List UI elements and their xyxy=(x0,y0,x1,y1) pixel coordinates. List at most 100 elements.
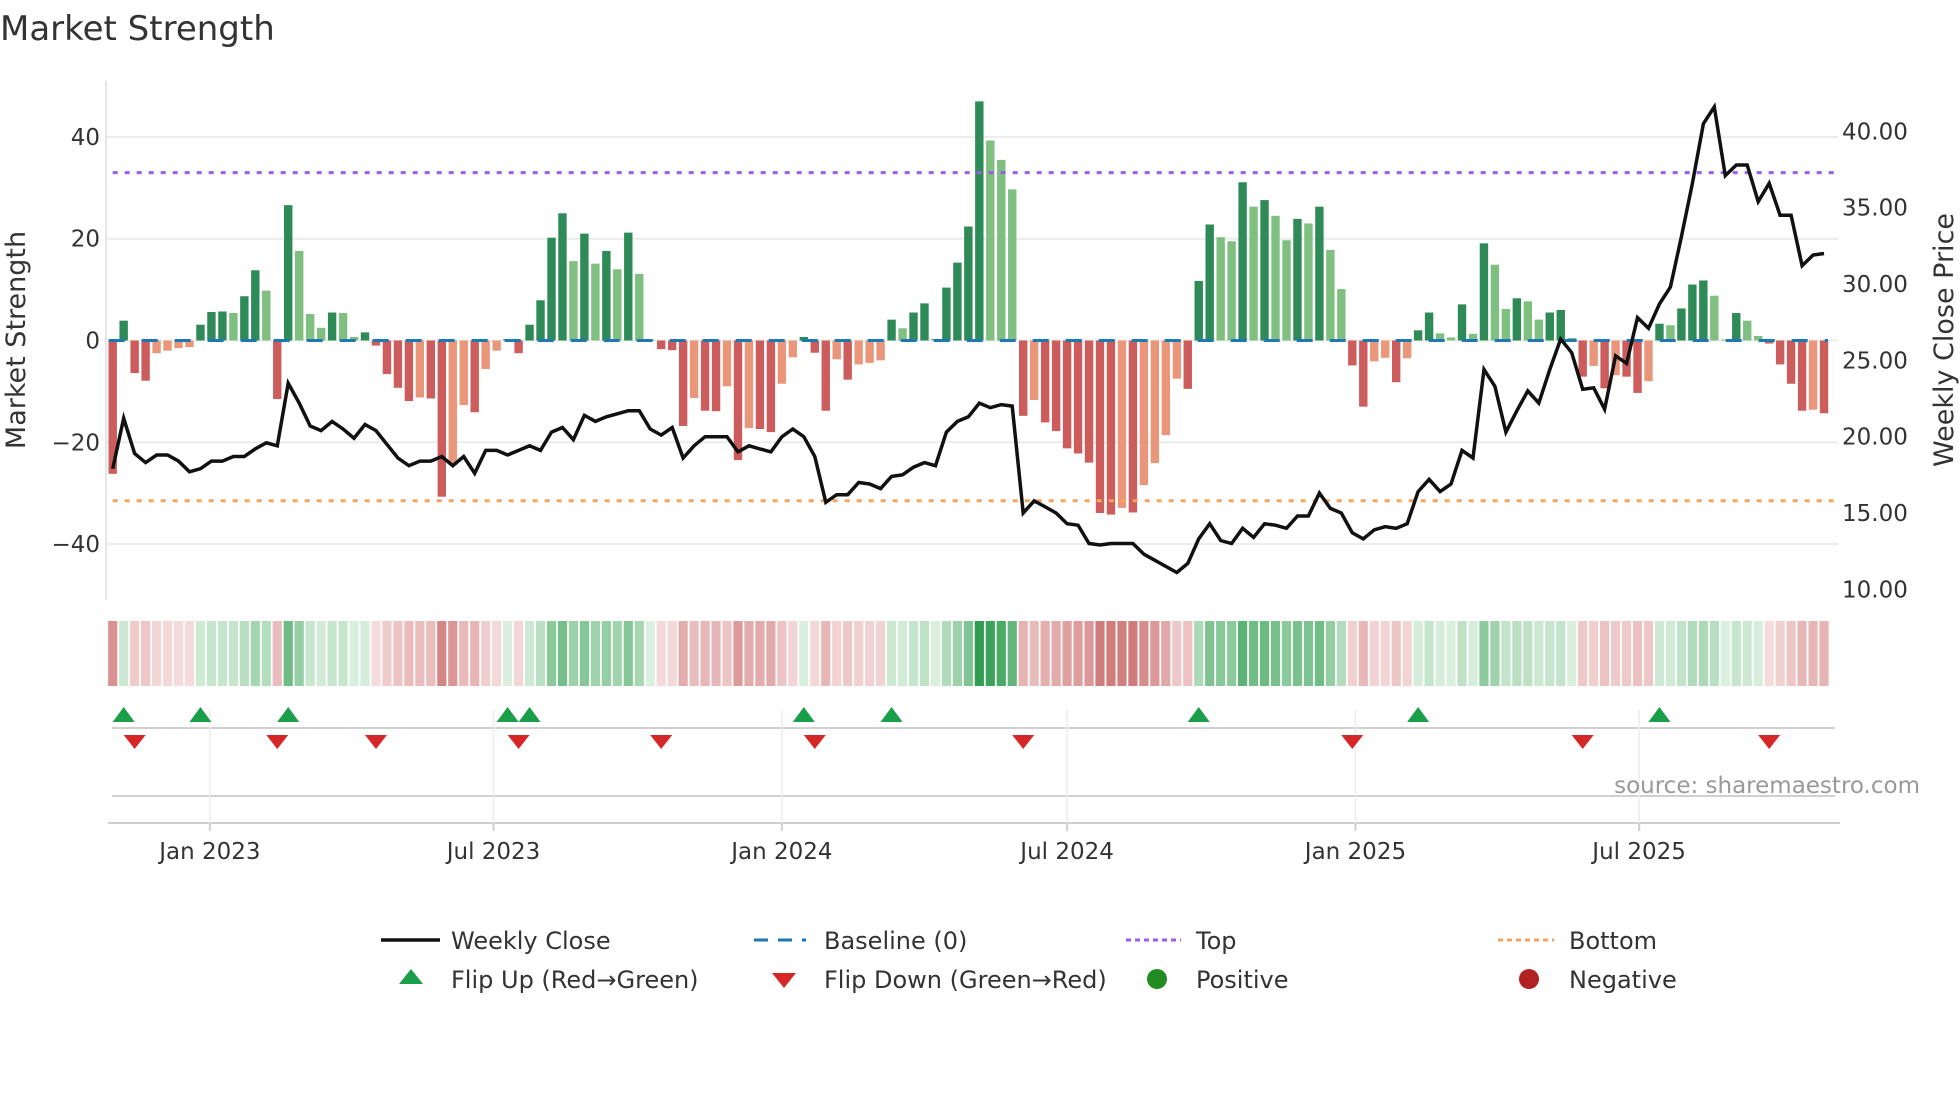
strength-bar-positive xyxy=(327,312,337,341)
heat-strip-cell xyxy=(832,621,842,686)
heat-strip-cell xyxy=(1643,621,1654,686)
heat-strip-cell xyxy=(1468,621,1478,686)
heat-strip-cell xyxy=(854,621,864,686)
heat-strip-cell xyxy=(1698,621,1708,686)
heat-strip-cell xyxy=(184,621,195,686)
heat-strip-cell xyxy=(1227,621,1237,686)
right-tick-label: 20.00 xyxy=(1842,425,1908,451)
heat-strip-cell xyxy=(1106,621,1116,686)
right-tick-label: 35.00 xyxy=(1842,196,1908,222)
heat-strip-cell xyxy=(327,621,337,686)
strength-bar-negative xyxy=(755,340,765,430)
flip-down-marker xyxy=(507,735,530,749)
strength-bar-positive xyxy=(580,233,589,341)
heat-strip-cell xyxy=(1786,621,1796,686)
legend: Weekly Close Baseline (0) Top Bottom Fli… xyxy=(381,927,1677,994)
heat-strip-cell xyxy=(437,621,447,686)
legend-positive-label: Positive xyxy=(1196,966,1289,994)
heat-strip-cell xyxy=(1270,621,1281,686)
legend-top-label: Top xyxy=(1195,927,1237,955)
strength-bar-negative xyxy=(733,340,743,461)
heat-strip-cell xyxy=(886,621,897,686)
heat-strip-cell xyxy=(1336,621,1346,686)
strength-bar-negative xyxy=(1172,340,1181,379)
heat-strip-cell xyxy=(1413,621,1423,686)
strength-bar-positive xyxy=(942,287,951,341)
heat-strip-cell xyxy=(1248,621,1259,686)
strength-bar-negative xyxy=(1589,340,1598,366)
legend-negative-label: Negative xyxy=(1569,966,1677,994)
flip-up-marker xyxy=(112,707,135,722)
strength-bar-positive xyxy=(119,320,128,341)
strength-bar-negative xyxy=(1786,340,1796,384)
heat-strip-cell xyxy=(492,621,502,686)
strength-bar-positive xyxy=(964,226,973,341)
strength-bars xyxy=(108,101,1829,515)
heat-strip-cell xyxy=(151,621,162,686)
heat-strip-cell xyxy=(228,621,238,686)
strength-bar-positive xyxy=(1413,330,1423,341)
strength-bar-positive xyxy=(1655,323,1664,341)
heat-strip-cell xyxy=(996,621,1006,686)
strength-bar-negative xyxy=(1370,340,1379,362)
heat-strip-cell xyxy=(546,621,557,686)
strength-bar-positive xyxy=(251,270,260,341)
strength-bar-negative xyxy=(832,340,841,360)
strength-bar-positive xyxy=(1545,312,1554,341)
strength-bar-negative xyxy=(1391,340,1401,383)
heat-strip-cell xyxy=(930,621,941,686)
strength-bar-negative xyxy=(273,340,282,400)
flip-up-marker xyxy=(518,707,541,722)
strength-bar-positive xyxy=(1457,304,1467,341)
x-tick-label: Jul 2024 xyxy=(1018,839,1114,865)
heat-strip-cell xyxy=(612,621,622,686)
heat-strip-cell xyxy=(1018,621,1028,686)
heat-strip-cell xyxy=(338,621,348,686)
flip-down-marker xyxy=(266,735,289,749)
heat-strip-cell xyxy=(865,621,875,686)
strength-bar-negative xyxy=(1348,340,1357,366)
strength-bar-negative xyxy=(865,340,874,363)
strength-bar-positive xyxy=(909,312,918,341)
strength-bar-negative xyxy=(821,340,830,411)
heat-strip-cell xyxy=(1150,621,1160,686)
heat-strip-cell xyxy=(1238,621,1248,686)
heat-strip-cell xyxy=(283,621,293,686)
heat-strip-cell xyxy=(1040,621,1050,686)
strength-bar-positive xyxy=(294,250,304,341)
strength-bar-negative xyxy=(459,340,468,406)
heat-strip-cell xyxy=(974,621,984,686)
strength-bar-positive xyxy=(1666,325,1675,341)
strength-bar-negative xyxy=(1819,340,1829,414)
heat-strip-cell xyxy=(349,621,359,686)
strength-bar-positive xyxy=(1315,206,1324,341)
x-tick-label: Jan 2024 xyxy=(729,839,832,865)
strength-bar-positive xyxy=(1732,313,1741,341)
heat-strip-cell xyxy=(1029,621,1039,686)
strength-bar-negative xyxy=(744,340,754,429)
heat-strip-cell xyxy=(689,621,699,686)
x-tick-label: Jul 2025 xyxy=(1590,839,1686,865)
left-tick-label: −20 xyxy=(51,430,100,456)
heat-strip-cell xyxy=(766,621,776,686)
strength-bar-negative xyxy=(1161,340,1171,436)
flip-up-marker xyxy=(880,707,903,722)
strength-bar-positive xyxy=(887,319,896,341)
heat-strip-cell xyxy=(426,621,436,686)
heat-strip-cell xyxy=(1292,621,1303,686)
heat-strip-cell xyxy=(908,621,919,686)
heat-strip-cell xyxy=(919,621,930,686)
source-label: source: sharemaestro.com xyxy=(1614,773,1920,799)
right-tick-label: 30.00 xyxy=(1842,272,1908,298)
heat-strip-cell xyxy=(1117,621,1127,686)
right-tick-label: 10.00 xyxy=(1842,577,1908,603)
strength-bar-negative xyxy=(130,340,139,374)
strength-bar-positive xyxy=(1260,200,1269,341)
strength-bar-positive xyxy=(525,324,534,341)
right-axis-title: Weekly Close Price xyxy=(1929,213,1960,467)
heat-strip-cell xyxy=(415,621,425,686)
heat-strip-cell xyxy=(711,621,721,686)
heat-strip-cell xyxy=(1172,621,1182,686)
heat-strip-cell xyxy=(503,621,513,686)
strength-bar-positive xyxy=(316,327,326,341)
